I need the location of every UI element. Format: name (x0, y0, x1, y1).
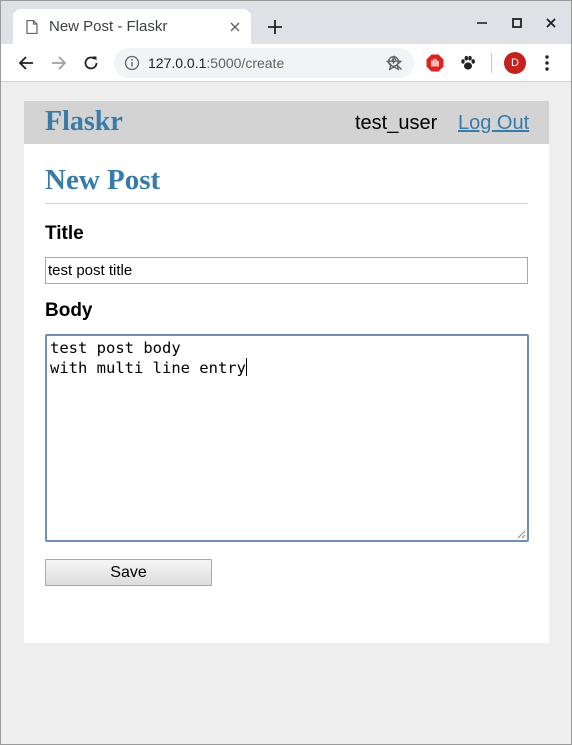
plus-icon[interactable] (263, 15, 287, 39)
reload-icon[interactable] (77, 49, 105, 77)
body-line-text: with multi line entry (50, 359, 246, 377)
url-text[interactable]: 127.0.0.1:5000/create (148, 55, 383, 71)
address-bar[interactable]: 127.0.0.1:5000/create (114, 48, 414, 78)
brand-title[interactable]: Flaskr (45, 106, 123, 138)
heading-divider (45, 203, 528, 204)
back-icon[interactable] (12, 49, 40, 77)
title-label: Title (45, 223, 84, 244)
body-textarea[interactable]: test post body with multi line entry (45, 334, 529, 542)
resize-grip-icon[interactable] (517, 530, 526, 539)
forward-icon[interactable] (45, 49, 73, 77)
text-caret (245, 358, 247, 376)
menu-dots-icon[interactable] (533, 49, 561, 77)
tab-strip: New Post - Flaskr (1, 1, 571, 44)
avatar[interactable]: D (504, 52, 526, 74)
logout-link[interactable]: Log Out (458, 112, 529, 135)
maximize-icon[interactable] (503, 11, 531, 35)
star-icon[interactable] (380, 49, 408, 77)
title-input[interactable]: test post title (45, 257, 528, 284)
save-button[interactable]: Save (45, 559, 212, 586)
browser-window: New Post - Flaskr 127.0.0.1:5000/create … (0, 0, 572, 745)
tab-title: New Post - Flaskr (49, 18, 168, 35)
close-icon[interactable] (223, 15, 247, 39)
toolbar-divider (491, 53, 492, 73)
app-navbar: Flaskr test_user Log Out (24, 101, 549, 144)
browser-toolbar: 127.0.0.1:5000/create D (1, 44, 571, 82)
page-viewport: Flaskr test_user Log Out New Post Title … (1, 83, 571, 744)
minimize-icon[interactable] (468, 11, 496, 35)
url-host: 127.0.0.1 (148, 55, 207, 71)
current-user: test_user (355, 112, 438, 134)
body-line-with-caret: with multi line entry (50, 358, 524, 378)
window-close-icon[interactable] (537, 11, 565, 35)
body-label: Body (45, 300, 93, 321)
info-icon[interactable] (124, 55, 140, 71)
url-path: :5000/create (206, 55, 285, 71)
adblock-icon[interactable] (425, 53, 445, 73)
content-card: Flaskr test_user Log Out New Post Title … (24, 101, 549, 643)
body-line: test post body (50, 339, 181, 357)
page-title: New Post (45, 164, 161, 196)
page-icon (26, 19, 38, 34)
extension-paw-icon[interactable] (458, 53, 478, 73)
browser-tab[interactable]: New Post - Flaskr (13, 9, 251, 44)
